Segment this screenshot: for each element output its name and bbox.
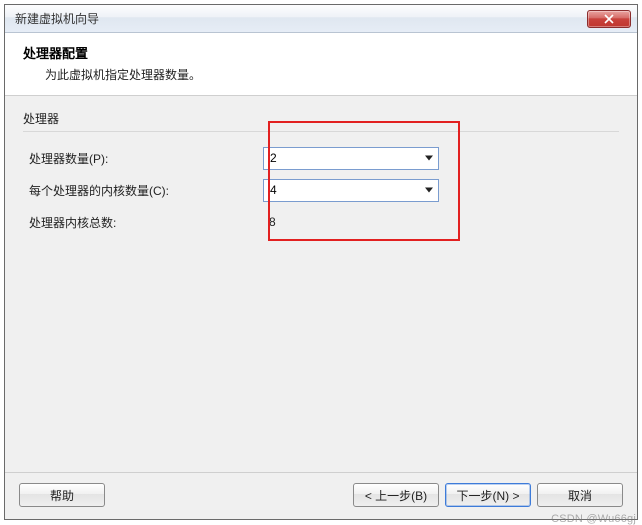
- page-title: 处理器配置: [23, 43, 621, 62]
- combo-processor-count[interactable]: [263, 147, 439, 170]
- wizard-header: 处理器配置 为此虚拟机指定处理器数量。: [5, 33, 637, 96]
- window-title: 新建虚拟机向导: [15, 10, 587, 27]
- next-button[interactable]: 下一步(N) >: [445, 483, 531, 507]
- combo-cores-per-proc[interactable]: [263, 179, 439, 202]
- label-cores-per-proc: 每个处理器的内核数量(C):: [23, 182, 263, 199]
- close-button[interactable]: [587, 10, 631, 28]
- combo-cores-per-proc-wrap: [263, 179, 439, 202]
- wizard-window: 新建虚拟机向导 处理器配置 为此虚拟机指定处理器数量。 处理器 处理器数量(P)…: [4, 4, 638, 520]
- titlebar: 新建虚拟机向导: [5, 5, 637, 33]
- help-button[interactable]: 帮助: [19, 483, 105, 507]
- row-processor-count: 处理器数量(P):: [23, 142, 619, 174]
- page-subtitle: 为此虚拟机指定处理器数量。: [45, 66, 621, 83]
- close-icon: [603, 14, 615, 24]
- wizard-content: 处理器 处理器数量(P): 每个处理器的内核数量(C): 处理器内核总数: 8: [5, 96, 637, 472]
- row-total-cores: 处理器内核总数: 8: [23, 206, 619, 238]
- wizard-footer: 帮助 < 上一步(B) 下一步(N) > 取消: [5, 472, 637, 519]
- group-label-processors: 处理器: [23, 110, 619, 127]
- group-separator: [23, 131, 619, 132]
- value-total-cores: 8: [263, 215, 276, 229]
- cancel-button[interactable]: 取消: [537, 483, 623, 507]
- back-button[interactable]: < 上一步(B): [353, 483, 439, 507]
- row-cores-per-proc: 每个处理器的内核数量(C):: [23, 174, 619, 206]
- label-processor-count: 处理器数量(P):: [23, 150, 263, 167]
- combo-processor-count-wrap: [263, 147, 439, 170]
- label-total-cores: 处理器内核总数:: [23, 214, 263, 231]
